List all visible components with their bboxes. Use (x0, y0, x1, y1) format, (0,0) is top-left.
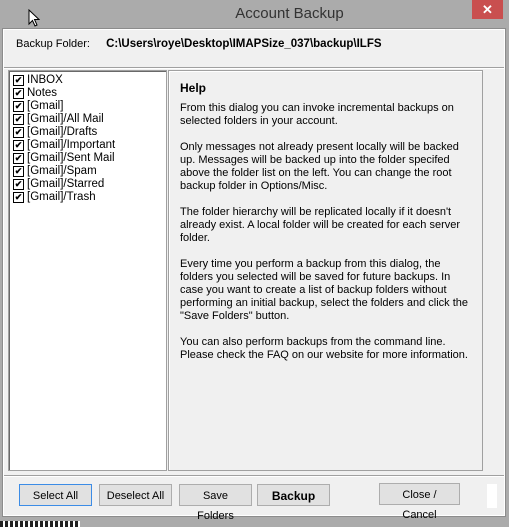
divider (4, 475, 504, 477)
help-paragraph: Only messages not already present locall… (180, 141, 459, 192)
folder-checkbox[interactable]: ✔ (13, 101, 24, 112)
folder-name: [Gmail]/Trash (27, 191, 96, 203)
folder-checkbox[interactable]: ✔ (13, 153, 24, 164)
folder-list-item[interactable]: ✔ [Gmail]/Sent Mail (9, 152, 166, 165)
help-paragraph: The folder hierarchy will be replicated … (180, 206, 461, 244)
save-folders-button[interactable]: Save Folders (179, 484, 252, 522)
folder-list-item[interactable]: ✔ [Gmail]/Spam (9, 165, 166, 178)
folder-list-item[interactable]: ✔ [Gmail]/All Mail (9, 113, 166, 126)
folder-list-item[interactable]: ✔ INBOX (9, 74, 166, 87)
backup-folder-label: Backup Folder: (16, 38, 90, 50)
deselect-all-button[interactable]: Deselect All (99, 484, 172, 506)
backup-folder-path: C:\Users\roye\Desktop\IMAPSize_037\backu… (106, 38, 382, 50)
folder-name: INBOX (27, 74, 63, 86)
folder-list-item[interactable]: ✔ Notes (9, 87, 166, 100)
checkmark-icon: ✔ (14, 140, 23, 150)
folder-name: [Gmail]/Important (27, 139, 116, 151)
folder-list-item[interactable]: ✔ [Gmail]/Starred (9, 178, 166, 191)
folder-name: [Gmail]/Sent Mail (27, 152, 115, 164)
folder-checkbox[interactable]: ✔ (13, 127, 24, 138)
folder-list-item[interactable]: ✔ [Gmail] (9, 100, 166, 113)
window-title: Account Backup (235, 5, 344, 22)
checkmark-icon: ✔ (14, 153, 23, 163)
mouse-cursor-icon (28, 9, 40, 27)
help-paragraph: Every time you perform a backup from thi… (180, 258, 468, 322)
help-body: From this dialog you can invoke incremen… (180, 102, 470, 375)
backup-button[interactable]: Backup (257, 484, 330, 506)
folder-checkbox[interactable]: ✔ (13, 114, 24, 125)
select-all-button[interactable]: Select All (19, 484, 92, 506)
folder-name: [Gmail]/All Mail (27, 113, 104, 125)
checkmark-icon: ✔ (14, 192, 23, 202)
folder-checkbox[interactable]: ✔ (13, 88, 24, 99)
folder-name: [Gmail]/Starred (27, 178, 105, 190)
checkmark-icon: ✔ (14, 75, 23, 85)
backup-folder-row: Backup Folder: C:\Users\roye\Desktop\IMA… (16, 38, 382, 50)
folder-name: Notes (27, 87, 58, 99)
checkmark-icon: ✔ (14, 114, 23, 124)
close-icon: ✕ (482, 2, 493, 17)
checkmark-icon: ✔ (14, 179, 23, 189)
folder-checkbox[interactable]: ✔ (13, 166, 24, 177)
checkmark-icon: ✔ (14, 127, 23, 137)
folder-checkbox[interactable]: ✔ (13, 75, 24, 86)
title-bar: Account Backup ✕ (0, 0, 509, 30)
folder-list-item[interactable]: ✔ [Gmail]/Trash (9, 191, 166, 204)
folder-checkbox[interactable]: ✔ (13, 192, 24, 203)
close-window-button[interactable]: ✕ (472, 0, 503, 19)
checkmark-icon: ✔ (14, 166, 23, 176)
folder-list[interactable]: ✔ INBOX ✔ Notes ✔ [Gmail] ✔ [Gmail]/All Mail ✔ [G… (8, 70, 167, 471)
help-paragraph: From this dialog you can invoke incremen… (180, 102, 454, 127)
dialog-client-area: Backup Folder: C:\Users\roye\Desktop\IMA… (2, 28, 506, 522)
folder-checkbox[interactable]: ✔ (13, 140, 24, 151)
folder-list-item[interactable]: ✔ [Gmail]/Drafts (9, 126, 166, 139)
checkmark-icon: ✔ (14, 101, 23, 111)
divider (4, 67, 504, 69)
checkmark-icon: ✔ (14, 88, 23, 98)
folder-name: [Gmail]/Spam (27, 165, 97, 177)
close-cancel-button[interactable]: Close / Cancel (379, 483, 460, 521)
help-panel: Help From this dialog you can invoke inc… (168, 70, 483, 471)
folder-name: [Gmail]/Drafts (27, 126, 98, 138)
blank-area (487, 484, 497, 508)
folder-checkbox[interactable]: ✔ (13, 179, 24, 190)
background-strip (0, 521, 80, 527)
help-paragraph: You can also perform backups from the co… (180, 336, 468, 361)
folder-name: [Gmail] (27, 100, 64, 112)
help-title: Help (180, 81, 207, 95)
folder-list-item[interactable]: ✔ [Gmail]/Important (9, 139, 166, 152)
